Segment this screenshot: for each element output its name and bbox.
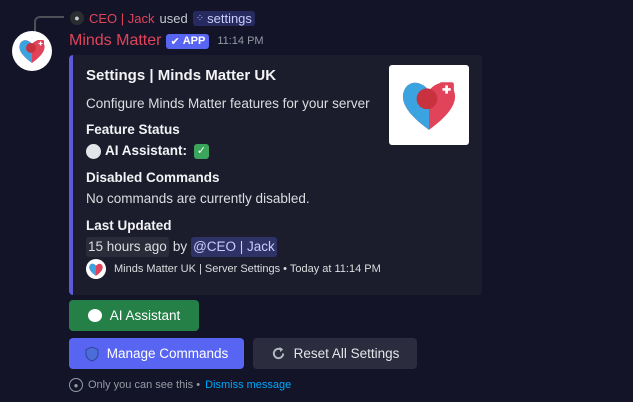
embed-footer-text: Minds Matter UK | Server Settings • Toda… (114, 263, 381, 275)
field-disabled-commands: Disabled Commands No commands are curren… (86, 169, 376, 209)
field-name: Feature Status (86, 122, 180, 137)
heart-brain-logo-icon (19, 40, 45, 63)
ai-assistant-status-label: AI Assistant: (105, 143, 188, 158)
ai-assistant-button[interactable]: AI Assistant (69, 300, 199, 331)
manage-commands-button-label: Manage Commands (106, 346, 229, 361)
bot-avatar[interactable] (12, 31, 52, 71)
ephemeral-notice: ● Only you can see this • Dismiss messag… (69, 377, 291, 393)
heart-brain-logo-icon (402, 82, 456, 130)
reply-used-text: used (159, 10, 188, 26)
command-icon: ⁘ (195, 12, 205, 24)
bot-name[interactable]: Minds Matter (69, 32, 161, 50)
field-value: 15 hours ago by @CEO | Jack (86, 237, 376, 257)
embed-description: Configure Minds Matter features for your… (86, 96, 370, 111)
field-name: Disabled Commands (86, 170, 220, 185)
field-feature-status: Feature Status AI Assistant: ✓ (86, 121, 376, 161)
by-text: by (172, 239, 188, 254)
dismiss-message-link[interactable]: Dismiss message (205, 379, 291, 391)
app-badge-label: APP (182, 35, 206, 47)
footer-logo (86, 259, 106, 279)
settings-embed: Settings | Minds Matter UK Configure Min… (69, 55, 482, 295)
field-name: Last Updated (86, 218, 172, 233)
relative-timestamp[interactable]: 15 hours ago (86, 237, 169, 257)
check-icon: ✔ (170, 35, 180, 48)
replied-user-avatar[interactable]: ● (70, 11, 84, 25)
embed-footer: Minds Matter UK | Server Settings • Toda… (86, 259, 381, 279)
check-icon: ✓ (194, 143, 210, 159)
refresh-icon (272, 346, 284, 360)
speech-bubble-icon (87, 309, 102, 322)
shield-icon (85, 346, 99, 361)
reply-header: ● CEO | Jack used ⁘ settings (70, 9, 255, 27)
replied-user-name[interactable]: CEO | Jack (89, 11, 155, 26)
embed-thumbnail[interactable] (389, 65, 469, 145)
field-value: AI Assistant: ✓ (86, 141, 376, 161)
reset-all-settings-button[interactable]: Reset All Settings (253, 338, 417, 369)
message-header: Minds Matter ✔ APP 11:14 PM (69, 31, 264, 51)
reply-connector (34, 16, 64, 32)
manage-commands-button[interactable]: Manage Commands (69, 338, 244, 369)
command-name: settings (207, 10, 252, 26)
slash-command-pill[interactable]: ⁘ settings (192, 10, 255, 26)
speech-bubble-icon (86, 143, 101, 159)
ai-assistant-button-label: AI Assistant (109, 308, 181, 323)
field-last-updated: Last Updated 15 hours ago by @CEO | Jack (86, 217, 376, 257)
field-value: No commands are currently disabled. (86, 191, 310, 206)
message-timestamp[interactable]: 11:14 PM (217, 35, 263, 47)
eye-icon: ● (69, 378, 83, 392)
app-badge: ✔ APP (166, 33, 210, 49)
user-mention[interactable]: @CEO | Jack (191, 237, 277, 257)
ephemeral-text: Only you can see this • (88, 379, 201, 391)
heart-brain-logo-icon (89, 263, 103, 276)
reset-all-settings-button-label: Reset All Settings (293, 346, 400, 361)
embed-title: Settings | Minds Matter UK (86, 67, 277, 84)
